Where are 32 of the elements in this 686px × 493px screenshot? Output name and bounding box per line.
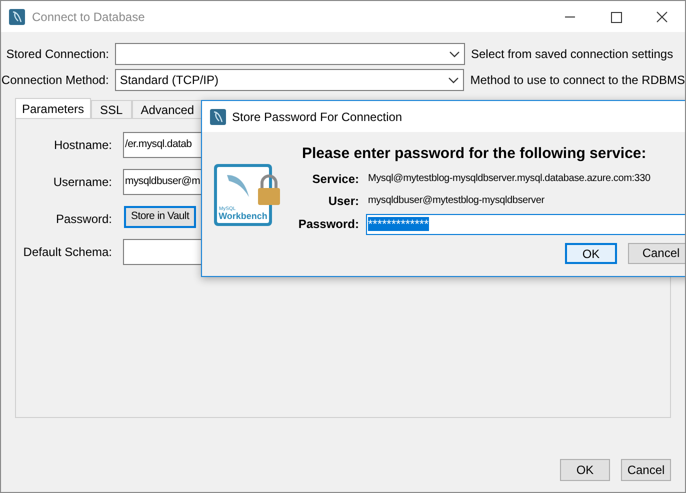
- field-label: Connection Method:: [1, 72, 109, 89]
- ok-button[interactable]: OK: [565, 242, 617, 264]
- tab[interactable]: Advanced: [132, 100, 204, 118]
- info-value: Mysql@mytestblog-mysqldbserver.mysql.database.azure.com:330: [368, 172, 650, 186]
- field-label: Password:: [56, 211, 112, 228]
- tab[interactable]: SSL: [91, 100, 132, 118]
- info-label: Password:: [298, 216, 359, 233]
- app-logo-icon: [9, 8, 25, 24]
- field-label: Username:: [53, 174, 112, 191]
- ok-button[interactable]: OK: [560, 459, 610, 481]
- info-label: User:: [328, 192, 359, 210]
- dropdown[interactable]: Standard (TCP/IP): [114, 69, 464, 91]
- field-label: Default Schema:: [23, 244, 112, 261]
- hint-text: Method to use to connect to the RDBMS: [470, 72, 685, 89]
- cancel-button[interactable]: Cancel: [621, 459, 671, 481]
- chevron-down-icon: [448, 76, 460, 84]
- cancel-button[interactable]: Cancel: [628, 242, 685, 264]
- chevron-down-icon: [449, 50, 460, 58]
- field-label: Stored Connection:: [6, 46, 109, 63]
- window-title: Connect to Database: [32, 8, 145, 26]
- info-value: mysqldbuser@mytestblog-mysqldbserver: [368, 194, 544, 208]
- tab[interactable]: Parameters: [15, 98, 92, 118]
- app-logo-icon: [210, 108, 226, 124]
- info-label: Service:: [312, 170, 359, 188]
- dialog-heading: Please enter password for the following service:: [302, 144, 648, 164]
- store-in-vault-button[interactable]: Store in Vault: [124, 206, 196, 228]
- field-label: Hostname:: [54, 137, 112, 154]
- hint-text: Select from saved connection settings: [471, 46, 674, 63]
- password-field[interactable]: *************: [366, 214, 685, 234]
- dropdown[interactable]: [115, 43, 465, 65]
- padlock-icon: [256, 174, 282, 206]
- dialog-title: Store Password For Connection: [232, 108, 402, 126]
